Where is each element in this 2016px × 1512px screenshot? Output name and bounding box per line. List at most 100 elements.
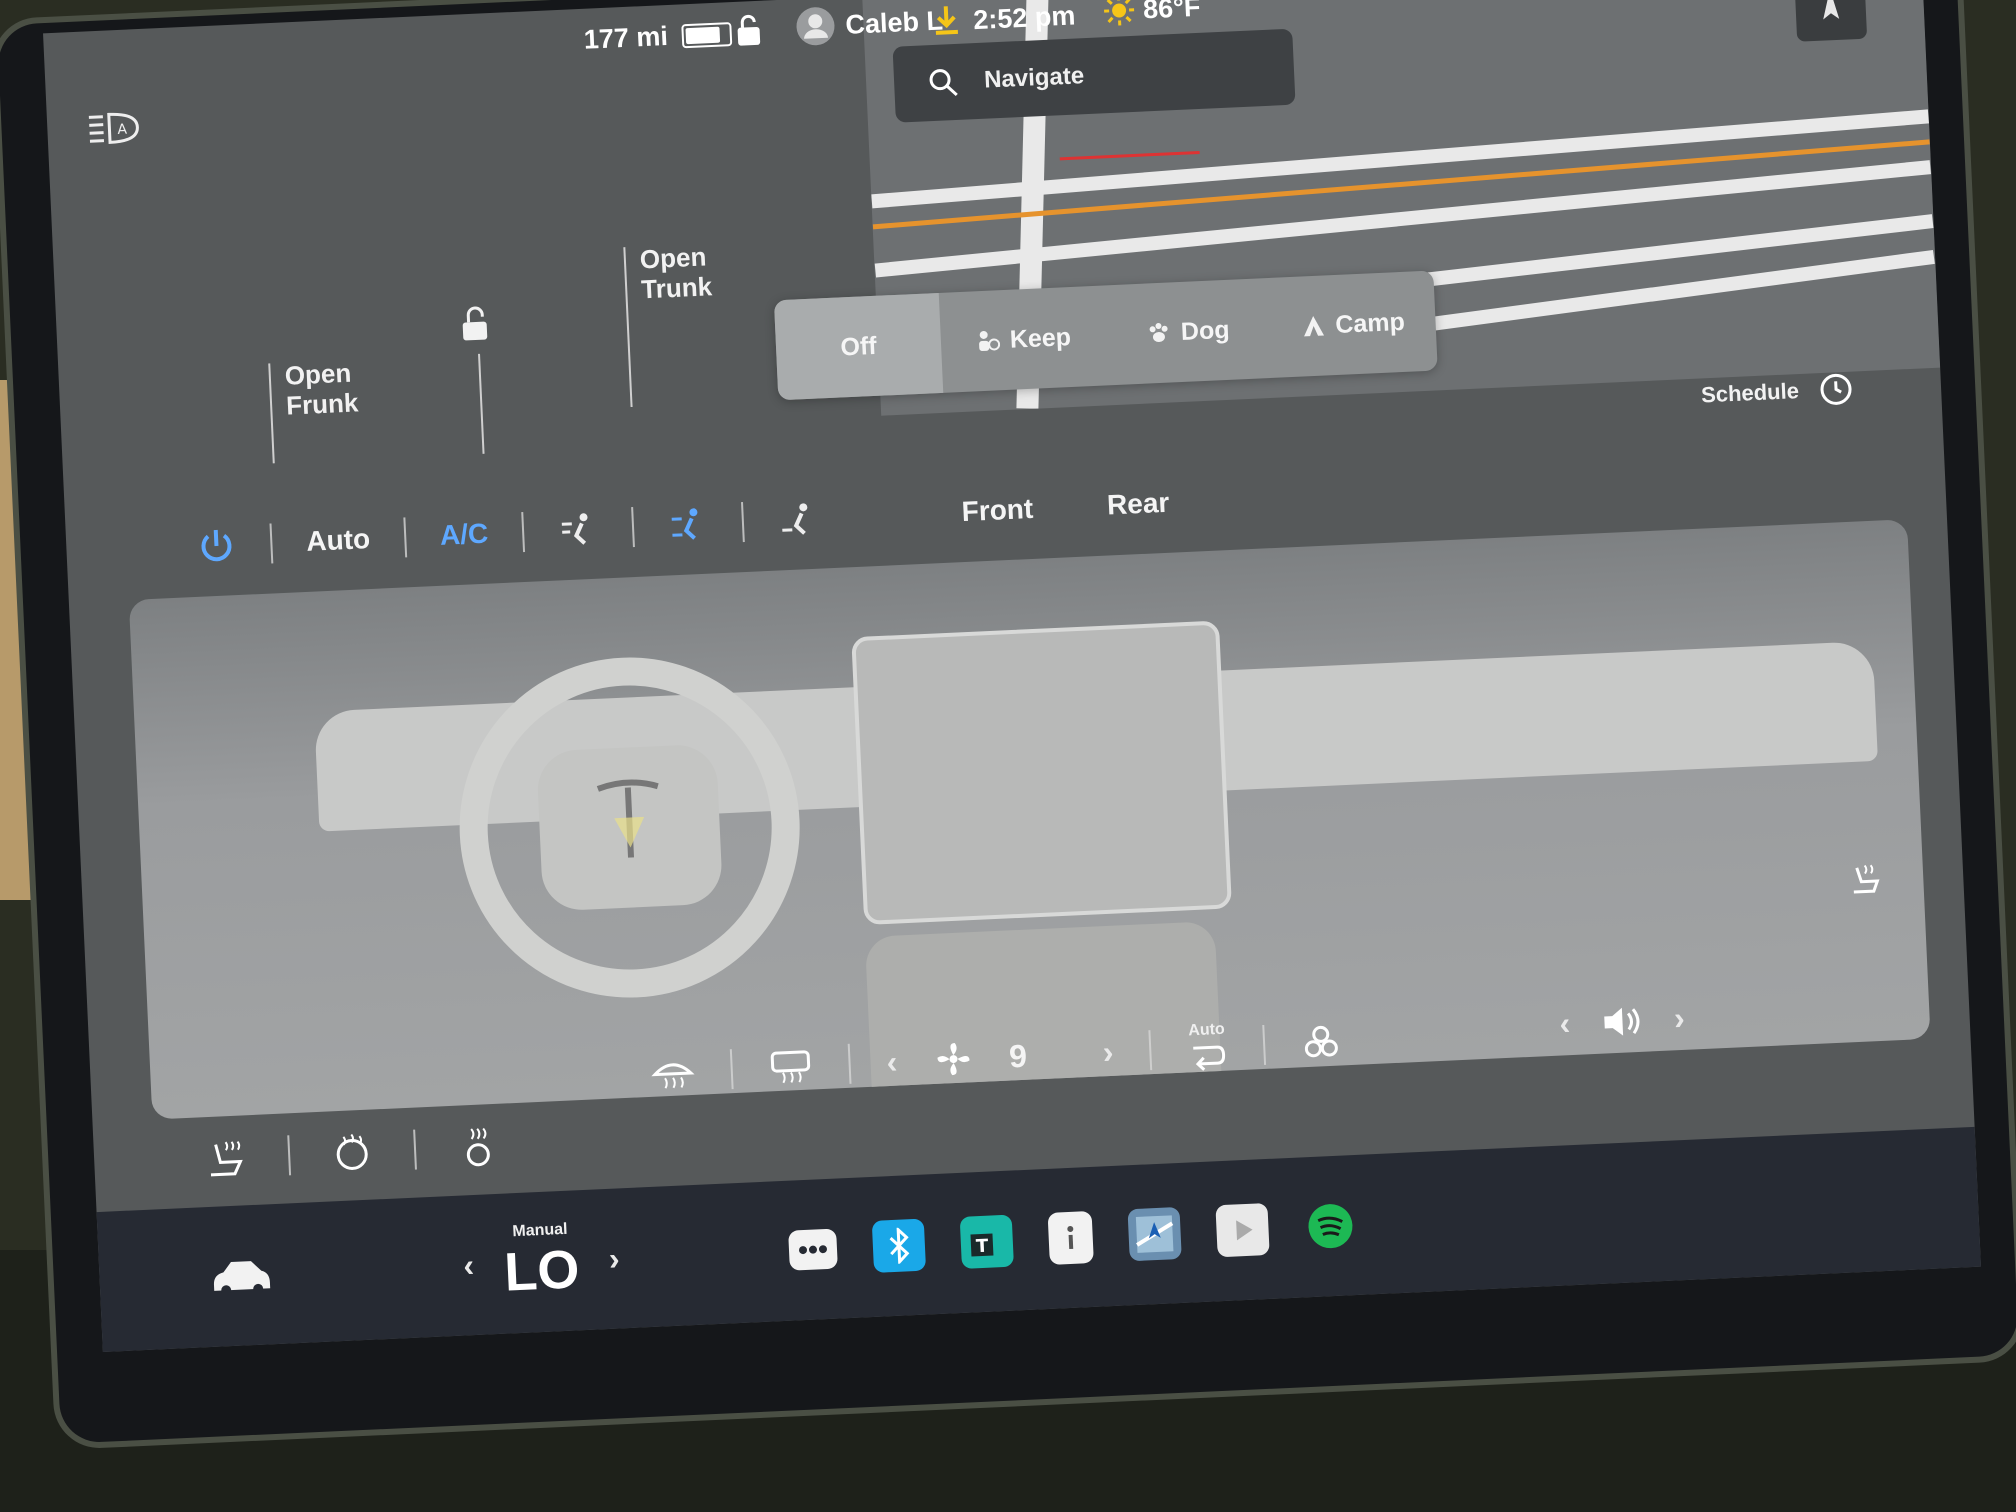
trunk-divider <box>623 247 633 408</box>
more-apps-button[interactable] <box>788 1228 839 1271</box>
temp-decrease-button[interactable]: ‹ <box>463 1247 475 1284</box>
center-display <box>851 620 1232 925</box>
separator <box>521 512 526 553</box>
front-defrost-button[interactable] <box>650 1051 696 1093</box>
volume-down-button[interactable]: ‹ <box>1559 1005 1571 1042</box>
separator <box>269 523 274 564</box>
rear-climate-tab[interactable]: Rear <box>1106 487 1170 522</box>
airflow-face-feet-button[interactable] <box>667 504 709 546</box>
spotify-app[interactable] <box>1304 1199 1358 1253</box>
separator <box>741 502 745 543</box>
rear-defrost-button[interactable] <box>768 1045 814 1087</box>
climate-mode-camp[interactable]: Camp <box>1268 271 1437 378</box>
open-frunk-button[interactable]: Open Frunk <box>284 357 360 421</box>
range-text: 177 mi <box>583 20 669 55</box>
unlock-icon[interactable] <box>456 303 494 345</box>
temp-increase-button[interactable]: › <box>608 1240 620 1277</box>
media-app[interactable] <box>1215 1202 1271 1258</box>
play-icon <box>1236 1220 1253 1241</box>
mode-label: Dog <box>1180 315 1231 346</box>
steering-wheel-hub <box>536 743 724 912</box>
airflow-feet-button[interactable] <box>777 499 819 541</box>
navigate-search-bar[interactable]: Navigate <box>892 28 1296 123</box>
auto-climate-button[interactable]: Auto <box>306 523 371 558</box>
climate-mode-off[interactable]: Off <box>773 292 944 401</box>
range-indicator[interactable]: 177 mi <box>583 18 733 56</box>
svg-text:A: A <box>117 122 128 138</box>
frunk-divider <box>268 363 275 464</box>
lock-icon[interactable] <box>733 13 765 48</box>
power-icon <box>201 529 232 562</box>
recirculation-button[interactable]: Auto <box>1186 1021 1228 1075</box>
sun-icon <box>1102 0 1135 27</box>
toybox-icon: T <box>970 1233 994 1258</box>
auto-headlights-icon[interactable]: A <box>87 109 141 147</box>
open-frunk-line2: Frunk <box>285 387 360 421</box>
driver-profile[interactable]: Caleb L <box>795 1 944 48</box>
clock: 2:52 pm <box>972 0 1077 36</box>
separator <box>1262 1024 1267 1065</box>
airflow-face-button[interactable] <box>557 509 599 551</box>
bioweapon-defense-button[interactable] <box>1300 1021 1342 1063</box>
car-controls-button[interactable] <box>209 1254 275 1297</box>
wheel-heater-button[interactable] <box>329 1129 375 1175</box>
airflow-face-feet-icon <box>671 508 698 540</box>
passenger-seat-heater-icon[interactable] <box>1846 861 1884 899</box>
bluetooth-app[interactable] <box>872 1218 927 1273</box>
schedule-label: Schedule <box>1700 378 1800 408</box>
climate-mode-dog[interactable]: Dog <box>1104 278 1273 385</box>
app-launcher: T <box>788 1199 1358 1277</box>
fan-speed-value: 9 <box>1008 1037 1028 1075</box>
separator <box>729 1049 734 1090</box>
volume-up-button[interactable]: › <box>1673 1000 1685 1037</box>
user-name: Caleb L <box>844 5 944 40</box>
steering-wheel-heater-icon <box>336 1133 368 1170</box>
open-trunk-line2: Trunk <box>640 271 713 305</box>
separator <box>413 1129 417 1170</box>
weather[interactable]: 86°F <box>1102 0 1201 27</box>
open-trunk-button[interactable]: Open Trunk <box>639 241 712 304</box>
map-orientation-button[interactable] <box>1794 0 1868 42</box>
climate-power-button[interactable] <box>196 525 238 567</box>
mode-label: Camp <box>1334 307 1406 339</box>
climate-controls: Auto A/C Front Rear <box>196 483 1171 567</box>
mode-label: Off <box>839 331 878 361</box>
climate-mode-keep[interactable]: Keep <box>939 285 1108 392</box>
schedule-button[interactable]: Schedule <box>1700 372 1853 413</box>
driver-seat-heater-button[interactable] <box>203 1135 249 1181</box>
user-avatar-icon <box>795 5 837 47</box>
battery-icon <box>681 21 733 48</box>
front-climate-tab[interactable]: Front <box>961 493 1034 528</box>
airflow-feet-icon <box>782 503 808 535</box>
navigation-app[interactable] <box>1127 1206 1183 1262</box>
volume-icon[interactable] <box>1599 1002 1645 1040</box>
tent-icon <box>1303 316 1324 337</box>
separator <box>1148 1030 1153 1071</box>
tesla-logo-icon <box>596 779 659 858</box>
manual-app[interactable] <box>1047 1210 1095 1265</box>
spotify-icon <box>1308 1204 1353 1249</box>
ac-button[interactable]: A/C <box>439 518 489 552</box>
fan-decrease-button[interactable]: ‹ <box>886 1043 898 1080</box>
open-trunk-line1: Open <box>639 241 707 275</box>
svg-text:T: T <box>976 1236 990 1258</box>
touchscreen: Navigate 177 mi Caleb L 2:52 pm 86°F A O… <box>43 0 1981 1352</box>
mode-label: Keep <box>1009 322 1072 354</box>
paw-icon <box>1149 323 1168 343</box>
navigate-placeholder: Navigate <box>983 62 1085 94</box>
download-update-icon[interactable] <box>933 4 960 37</box>
fan-increase-button[interactable]: › <box>1102 1033 1114 1070</box>
outside-temperature: 86°F <box>1142 0 1202 24</box>
info-book-icon <box>1067 1225 1074 1250</box>
clock-icon <box>1820 373 1852 405</box>
toybox-app[interactable]: T <box>959 1214 1015 1269</box>
driver-temp-display[interactable]: Manual LO <box>502 1220 581 1303</box>
recirc-mode-label: Auto <box>1187 1020 1226 1040</box>
search-icon <box>929 69 958 97</box>
volume-control: ‹ › <box>1559 1000 1686 1043</box>
cabin-heater-button[interactable] <box>455 1124 501 1170</box>
car-icon <box>213 1261 271 1296</box>
heat-icon <box>466 1127 490 1167</box>
front-defrost-icon <box>651 1063 695 1089</box>
traffic-line <box>1059 150 1200 161</box>
